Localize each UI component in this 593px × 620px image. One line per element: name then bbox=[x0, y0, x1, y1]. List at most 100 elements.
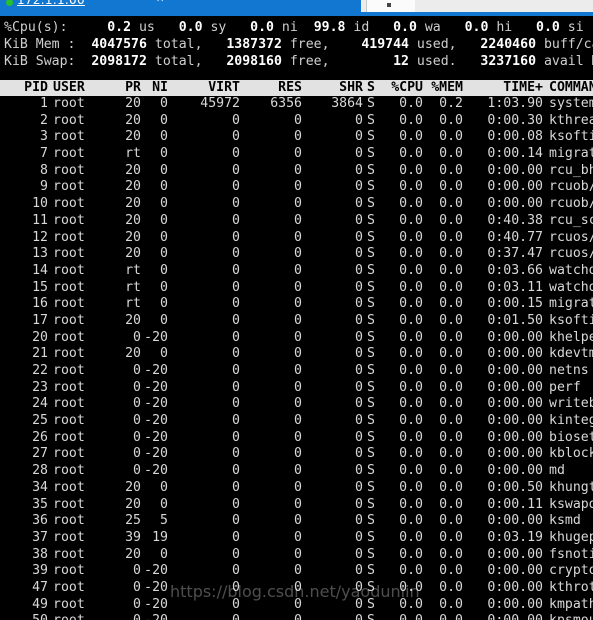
cell-pid: 34 bbox=[32, 479, 48, 495]
cell-mem: 0.0 bbox=[439, 529, 463, 545]
cell-state: S bbox=[367, 262, 375, 278]
cell-res: 0 bbox=[294, 463, 302, 479]
column-header-mem[interactable]: %MEM bbox=[423, 80, 463, 96]
cell-mem: 0.0 bbox=[439, 346, 463, 362]
table-row[interactable]: 36 root 25 5 0 0 0 S 0.0 0.0 0:00.00 ksmd bbox=[0, 513, 593, 530]
cell-ni: 0 bbox=[160, 112, 168, 128]
table-row[interactable]: 7rootrt0000S0.00.00:00.14migration/0 bbox=[0, 146, 593, 163]
table-row[interactable]: 50root0-20000S0.00.00:00.00kpsmoused bbox=[0, 613, 593, 620]
cell-user: root bbox=[53, 563, 85, 579]
table-row[interactable]: 39 root 0 -20 0 0 0 S 0.0 0.0 0:00.00 crypto bbox=[0, 563, 593, 580]
column-header-virt[interactable]: VIRT bbox=[168, 80, 240, 96]
cell-pr: 0 bbox=[133, 413, 141, 429]
cell-res: 0 bbox=[294, 529, 302, 545]
table-row[interactable]: 24root0-20000S0.00.00:00.00writeback bbox=[0, 396, 593, 413]
cell-virt: 0 bbox=[232, 513, 240, 529]
table-row[interactable]: 14rootrt0000S0.00.00:03.66watchdog/0 bbox=[0, 263, 593, 280]
table-row[interactable]: 11root200000S0.00.00:40.38rcu_sched bbox=[0, 213, 593, 230]
table-row[interactable]: 9root200000S0.00.00:00.00rcuob/0 bbox=[0, 179, 593, 196]
summary-swap-line: KiB Swap: 2098172 total, 2098160 free, 1… bbox=[4, 54, 593, 69]
cell-ni: -20 bbox=[144, 396, 168, 412]
table-row[interactable]: 38root200000S0.00.00:00.00fsnotify_mark bbox=[0, 547, 593, 564]
cell-ni: 0 bbox=[160, 546, 168, 562]
cell-virt: 0 bbox=[232, 262, 240, 278]
column-header-state[interactable]: S bbox=[363, 80, 379, 96]
screenshot-root: 172.1.1.00 ✕ %Cpu(s): 0.2 us 0.0 sy 0.0 … bbox=[0, 0, 593, 620]
close-icon[interactable]: ✕ bbox=[156, 0, 164, 5]
cell-ni: 0 bbox=[160, 146, 168, 162]
cell-command: watchdog/0 bbox=[549, 262, 593, 278]
cell-virt: 0 bbox=[232, 312, 240, 328]
cell-pid: 37 bbox=[32, 529, 48, 545]
column-header-res[interactable]: RES bbox=[240, 80, 302, 96]
table-row[interactable]: 28 root 0 -20 0 0 0 S 0.0 0.0 0:00.00 md bbox=[0, 463, 593, 480]
cell-res: 0 bbox=[294, 363, 302, 378]
cell-pid: 9 bbox=[40, 179, 48, 195]
table-row[interactable]: 27root0-20000S0.00.00:00.00kblockd bbox=[0, 446, 593, 463]
table-row[interactable]: 16rootrt0000S0.00.00:00.15migration/1 bbox=[0, 296, 593, 313]
cell-shr: 0 bbox=[355, 312, 363, 328]
table-row[interactable]: 21root200000S0.00.00:00.00kdevtmpfs bbox=[0, 346, 593, 363]
cell-shr: 0 bbox=[355, 229, 363, 245]
table-row[interactable]: 47root0-20000S0.00.00:00.00kthrotld bbox=[0, 580, 593, 597]
column-header-ni[interactable]: NI bbox=[141, 80, 168, 96]
column-header-pid[interactable]: PID bbox=[0, 80, 48, 96]
cell-virt: 0 bbox=[232, 563, 240, 579]
table-row[interactable]: 35root200000S0.00.00:00.11kswapd0 bbox=[0, 497, 593, 514]
table-row[interactable]: 13root200000S0.00.00:37.47rcuos/1 bbox=[0, 246, 593, 263]
cell-pid: 11 bbox=[32, 212, 48, 228]
cell-user: root bbox=[53, 496, 85, 512]
summary-cpu-line: %Cpu(s): 0.2 us 0.0 sy 0.0 ni 99.8 id 0.… bbox=[4, 20, 584, 35]
cell-ni: 0 bbox=[160, 346, 168, 362]
table-row[interactable]: 49root0-20000S0.00.00:00.00kmpath_rdacd bbox=[0, 597, 593, 614]
table-row[interactable]: 10root200000S0.00.00:00.00rcuob/1 bbox=[0, 196, 593, 213]
table-row[interactable]: 23 root 0 -20 0 0 0 S 0.0 0.0 0:00.00 perf bbox=[0, 380, 593, 397]
column-header-cpu[interactable]: %CPU bbox=[379, 80, 423, 96]
cell-shr: 0 bbox=[355, 413, 363, 429]
tab-session-active[interactable]: 172.1.1.00 ✕ bbox=[0, 0, 361, 12]
table-row[interactable]: 8 root 20 0 0 0 0 S 0.0 0.0 0:00.00 rcu_bh bbox=[0, 163, 593, 180]
table-row[interactable]: 37root3919000S0.00.00:03.19khugepaged bbox=[0, 530, 593, 547]
column-header-shr[interactable]: SHR bbox=[302, 80, 363, 96]
cell-state: S bbox=[367, 312, 375, 328]
cell-state: S bbox=[363, 613, 379, 620]
cell-res: 0 bbox=[294, 246, 302, 262]
cell-ni: -20 bbox=[144, 413, 168, 429]
cell-cpu: 0.0 bbox=[399, 346, 423, 362]
table-row[interactable]: 2root200000S0.00.00:00.30kthreadd bbox=[0, 113, 593, 130]
table-row[interactable]: 3root200000S0.00.00:00.08ksoftirqd/0 bbox=[0, 129, 593, 146]
table-row[interactable]: 15rootrt0000S0.00.00:03.11watchdog/1 bbox=[0, 280, 593, 297]
table-row[interactable]: 17root200000S0.00.00:01.50ksoftirqd/1 bbox=[0, 313, 593, 330]
column-header-user[interactable]: USER bbox=[48, 80, 107, 96]
terminal-output[interactable]: %Cpu(s): 0.2 us 0.0 sy 0.0 ni 99.8 id 0.… bbox=[0, 16, 593, 620]
table-row[interactable]: 25root0-20000S0.00.00:00.00kintegrityd bbox=[0, 413, 593, 430]
cell-pr: rt bbox=[125, 296, 141, 312]
column-header-pr[interactable]: PR bbox=[107, 80, 141, 96]
cell-shr: 0 bbox=[355, 329, 363, 345]
cell-cpu: 0.0 bbox=[399, 246, 423, 262]
cell-ni: 0 bbox=[160, 296, 168, 312]
table-row[interactable]: 34root200000S0.00.00:00.50khungtaskd bbox=[0, 480, 593, 497]
table-row[interactable]: 20root0-20000S0.00.00:00.00khelper bbox=[0, 330, 593, 347]
column-header-time[interactable]: TIME+ bbox=[463, 80, 543, 96]
cell-user: root bbox=[53, 546, 85, 562]
table-row[interactable]: 12root200000S0.00.00:40.77rcuos/0 bbox=[0, 230, 593, 247]
cell-res: 0 bbox=[294, 312, 302, 328]
cell-state: S bbox=[367, 363, 375, 378]
cell-user: root bbox=[53, 212, 85, 228]
table-row[interactable]: 22 root 0 -20 0 0 0 S 0.0 0.0 0:00.00 netns bbox=[0, 363, 593, 380]
tab-inactive[interactable] bbox=[366, 0, 416, 12]
cell-user: root bbox=[53, 479, 85, 495]
table-row[interactable]: 26 root 0 -20 0 0 0 S 0.0 0.0 0:00.00 bioset bbox=[0, 430, 593, 447]
cell-state: S bbox=[367, 596, 375, 612]
tab-strip-empty-area bbox=[415, 0, 593, 12]
process-table-body: 1 root 20 0 45972 6356 3864 S 0.0 0.2 1:03.90 syste… bbox=[0, 96, 593, 620]
table-column-header[interactable]: PID USER PR NI VIRT RES SHR S %CPU %MEM TIME+ COMMA… bbox=[0, 80, 593, 96]
table-row[interactable]: 1 root 20 0 45972 6356 3864 S 0.0 0.2 1:03.90 syste… bbox=[0, 96, 593, 113]
cell-pr: 20 bbox=[125, 112, 141, 128]
cell-time: 0:00.50 bbox=[487, 479, 543, 495]
cell-time: 0:00.00 bbox=[487, 162, 543, 178]
cell-command: writeback bbox=[549, 396, 593, 412]
cell-virt: 0 bbox=[232, 246, 240, 262]
column-header-command[interactable]: COMMAND bbox=[543, 80, 593, 96]
